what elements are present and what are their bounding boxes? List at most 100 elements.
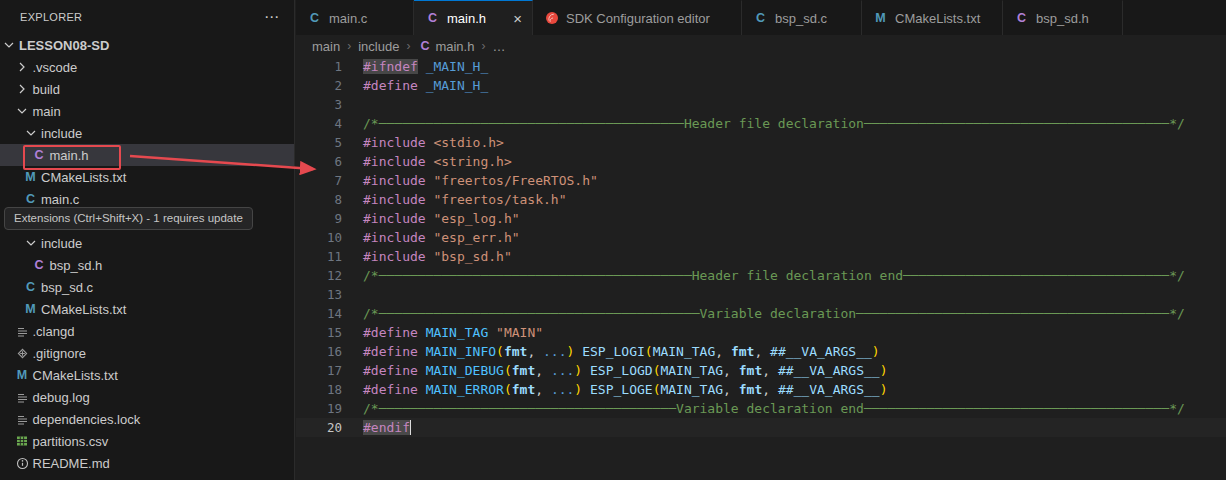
code-line-20[interactable]: 20#endif — [296, 418, 1226, 437]
code-token: ) — [574, 382, 582, 397]
line-number[interactable]: 1 — [296, 57, 342, 76]
tree-item-dependencies-lock[interactable]: dependencies.lock — [0, 408, 294, 430]
tree-item-bsp-sd-c[interactable]: Cbsp_sd.c — [0, 276, 294, 298]
tab-bsp-sd-c[interactable]: Cbsp_sd.c — [742, 0, 862, 35]
code-line-11[interactable]: 11#include "bsp_sd.h" — [296, 247, 1226, 266]
code-token: "freertos/FreeRTOS.h" — [433, 173, 597, 188]
code-line-15[interactable]: 15#define MAIN_TAG "MAIN" — [296, 323, 1226, 342]
line-number[interactable]: 14 — [296, 304, 342, 323]
code-line-text: #define MAIN_INFO(fmt, ...) ESP_LOGI(MAI… — [342, 342, 880, 361]
close-icon[interactable]: × — [511, 11, 524, 26]
tree-item-readme-md[interactable]: README.md — [0, 452, 294, 474]
tab-label: CMakeLists.txt — [895, 11, 980, 26]
code-token: ESP_LOGI — [582, 344, 645, 359]
breadcrumb-item[interactable]: Cmain.h — [417, 39, 474, 54]
tab-cmakelists-txt[interactable]: MCMakeLists.txt — [862, 0, 1003, 35]
tab-main-c[interactable]: Cmain.c — [296, 0, 414, 35]
line-number[interactable]: 18 — [296, 380, 342, 399]
line-number[interactable]: 4 — [296, 114, 342, 133]
code-token: ##__VA_ARGS__ — [778, 363, 880, 378]
csv-grid-icon — [14, 435, 31, 447]
line-number[interactable]: 15 — [296, 323, 342, 342]
line-number[interactable]: 3 — [296, 95, 342, 114]
tree-item-build[interactable]: build — [0, 78, 294, 100]
line-number[interactable]: 16 — [296, 342, 342, 361]
code-line-6[interactable]: 6#include <string.h> — [296, 152, 1226, 171]
tree-item-partitions-csv[interactable]: partitions.csv — [0, 430, 294, 452]
tree-item-main-h[interactable]: Cmain.h — [0, 144, 294, 166]
code-token: #include — [363, 192, 426, 207]
line-number[interactable]: 7 — [296, 171, 342, 190]
code-line-1[interactable]: 1#ifndef _MAIN_H_ — [296, 57, 1226, 76]
code-token: MAIN_TAG — [660, 363, 723, 378]
breadcrumb-item[interactable]: include — [358, 39, 399, 54]
code-token: fmt — [739, 382, 762, 397]
line-number[interactable]: 20 — [296, 418, 342, 437]
code-editor[interactable]: 1#ifndef _MAIN_H_2#define _MAIN_H_34/*──… — [296, 57, 1226, 480]
code-token: ... — [551, 363, 574, 378]
code-token: #define — [363, 325, 418, 340]
line-number[interactable]: 5 — [296, 133, 342, 152]
c-blue-icon: C — [756, 11, 765, 25]
tab-sdk-configuration-editor[interactable]: SDK Configuration editor — [533, 0, 742, 35]
code-line-13[interactable]: 13 — [296, 285, 1226, 304]
tree-item-root[interactable]: LESSON08-SD — [0, 34, 294, 56]
code-line-text: #include "bsp_sd.h" — [342, 247, 512, 266]
code-token — [418, 344, 426, 359]
code-line-9[interactable]: 9#include "esp_log.h" — [296, 209, 1226, 228]
code-line-3[interactable]: 3 — [296, 95, 1226, 114]
m-blue-icon: M — [22, 302, 39, 316]
code-line-12[interactable]: 12/*────────────────────────────────────… — [296, 266, 1226, 285]
code-token: <string.h> — [433, 154, 511, 169]
tree-item--vscode[interactable]: .vscode — [0, 56, 294, 78]
line-number[interactable]: 11 — [296, 247, 342, 266]
tree-item-cmakelists-txt[interactable]: MCMakeLists.txt — [0, 166, 294, 188]
tab-main-h[interactable]: Cmain.h× — [414, 0, 533, 35]
line-number[interactable]: 13 — [296, 285, 342, 304]
explorer-sidebar: EXPLORER ⋯ LESSON08-SD.vscodebuildmainin… — [0, 0, 295, 480]
code-line-19[interactable]: 19/*────────────────────────────────────… — [296, 399, 1226, 418]
code-token: , — [723, 382, 739, 397]
tree-item--clangd[interactable]: .clangd — [0, 320, 294, 342]
tree-item-include[interactable]: include — [0, 232, 294, 254]
line-number[interactable]: 10 — [296, 228, 342, 247]
code-line-10[interactable]: 10#include "esp_err.h" — [296, 228, 1226, 247]
line-number[interactable]: 12 — [296, 266, 342, 285]
c-blue-icon: C — [26, 192, 35, 206]
tree-item--gitignore[interactable]: .gitignore — [0, 342, 294, 364]
tab-label: main.c — [329, 11, 367, 26]
line-number[interactable]: 9 — [296, 209, 342, 228]
tree-item-main[interactable]: main — [0, 100, 294, 122]
code-line-8[interactable]: 8 #include "freertos/task.h" — [296, 190, 1226, 209]
more-actions-icon[interactable]: ⋯ — [264, 8, 280, 26]
code-line-7[interactable]: 7#include "freertos/FreeRTOS.h" — [296, 171, 1226, 190]
tab-bsp-sd-h[interactable]: Cbsp_sd.h — [1003, 0, 1123, 35]
breadcrumb-separator-icon: › — [406, 39, 410, 53]
code-line-5[interactable]: 5#include <stdio.h> — [296, 133, 1226, 152]
code-line-17[interactable]: 17#define MAIN_DEBUG(fmt, ...) ESP_LOGD(… — [296, 361, 1226, 380]
code-line-18[interactable]: 18#define MAIN_ERROR(fmt, ...) ESP_LOGE(… — [296, 380, 1226, 399]
code-token: #define — [363, 363, 418, 378]
code-token: , — [535, 363, 551, 378]
code-line-16[interactable]: 16#define MAIN_INFO(fmt, ...) ESP_LOGI(M… — [296, 342, 1226, 361]
c-purple-icon: C — [420, 39, 429, 53]
code-token: "freertos/task.h" — [433, 192, 566, 207]
tree-item-label: partitions.csv — [33, 434, 109, 449]
code-line-2[interactable]: 2#define _MAIN_H_ — [296, 76, 1226, 95]
code-line-4[interactable]: 4/*─────────────────────────────────────… — [296, 114, 1226, 133]
tree-item-bsp-sd-h[interactable]: Cbsp_sd.h — [0, 254, 294, 276]
breadcrumb-item[interactable]: main — [312, 39, 340, 54]
line-number[interactable]: 6 — [296, 152, 342, 171]
breadcrumb-item[interactable]: … — [492, 39, 505, 54]
tree-item-debug-log[interactable]: debug.log — [0, 386, 294, 408]
tree-item-include[interactable]: include — [0, 122, 294, 144]
line-number[interactable]: 8 — [296, 190, 342, 209]
tree-item-cmakelists-txt[interactable]: MCMakeLists.txt — [0, 364, 294, 386]
code-line-text: #include "esp_err.h" — [342, 228, 520, 247]
code-line-text: #include "esp_log.h" — [342, 209, 520, 228]
line-number[interactable]: 17 — [296, 361, 342, 380]
line-number[interactable]: 2 — [296, 76, 342, 95]
tree-item-cmakelists-txt[interactable]: MCMakeLists.txt — [0, 298, 294, 320]
line-number[interactable]: 19 — [296, 399, 342, 418]
code-line-14[interactable]: 14/*────────────────────────────────────… — [296, 304, 1226, 323]
